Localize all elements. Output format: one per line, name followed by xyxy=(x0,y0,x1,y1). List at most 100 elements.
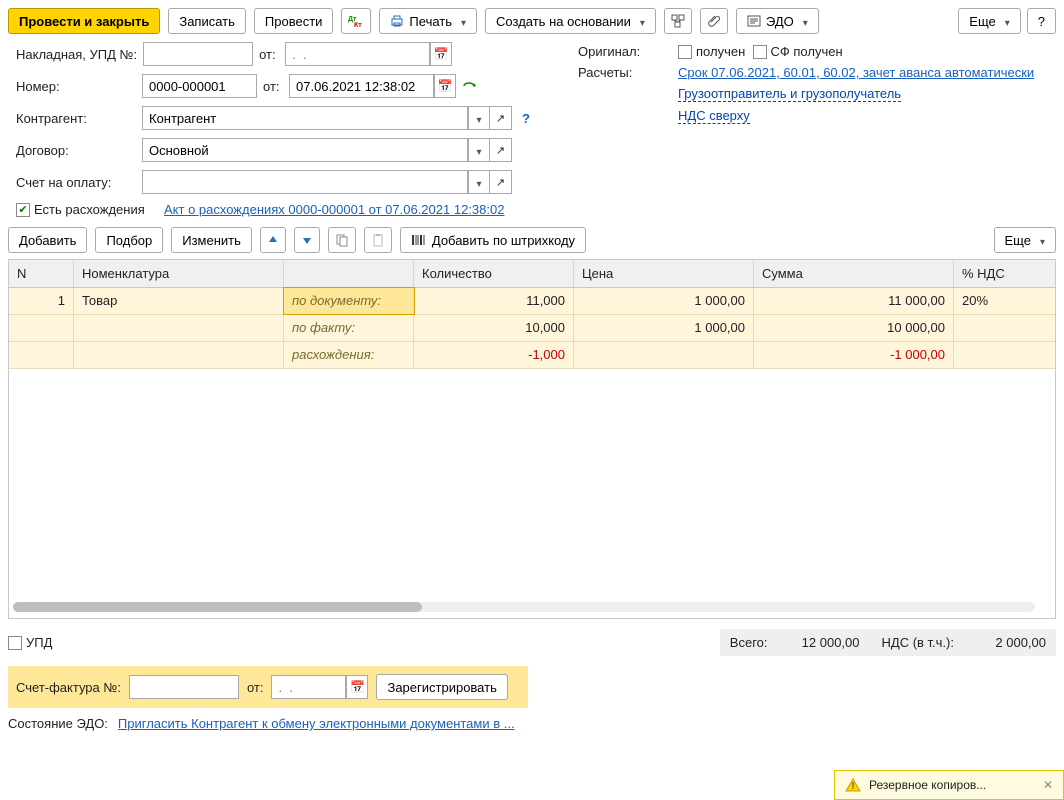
move-up-button[interactable] xyxy=(260,227,286,253)
discrepancies-act-link[interactable]: Акт о расхождениях 0000-000001 от 07.06.… xyxy=(164,202,504,217)
settlements-link[interactable]: Срок 07.06.2021, 60.01, 60.02, зачет ава… xyxy=(678,65,1034,80)
totals-panel: Всего: 12 000,00 НДС (в т.ч.): 2 000,00 xyxy=(720,629,1056,656)
total-value: 12 000,00 xyxy=(790,635,860,650)
cell-sub-by-fact: по факту: xyxy=(284,315,414,341)
calendar-icon: 📅 xyxy=(438,79,453,93)
original-label: Оригинал: xyxy=(578,44,678,59)
col-price[interactable]: Цена xyxy=(574,260,754,287)
col-quantity[interactable]: Количество xyxy=(414,260,574,287)
paste-icon xyxy=(371,233,385,247)
invoice-for-payment-open[interactable]: ↗ xyxy=(490,170,512,194)
invoice-for-payment-input[interactable] xyxy=(142,170,468,194)
copy-icon xyxy=(335,233,349,247)
chevron-down-icon xyxy=(476,143,481,158)
consignor-consignee-link[interactable]: Грузоотправитель и грузополучатель xyxy=(678,86,901,102)
edo-invite-link[interactable]: Пригласить Контрагент к обмену электронн… xyxy=(118,716,515,731)
add-by-barcode-button[interactable]: Добавить по штрихкоду xyxy=(400,227,586,253)
post-button[interactable]: Провести xyxy=(254,8,334,34)
upd-label: УПД xyxy=(26,635,52,650)
table-more-button[interactable]: Еще xyxy=(994,227,1056,253)
col-subtype xyxy=(284,260,414,287)
paste-button[interactable] xyxy=(364,227,392,253)
total-label: Всего: xyxy=(730,635,768,650)
backup-notification[interactable]: ! Резервное копиров... ✕ xyxy=(834,770,1064,800)
calendar-button-2[interactable]: 📅 xyxy=(434,74,456,98)
invoice-for-payment-dropdown[interactable] xyxy=(468,170,490,194)
sf-calendar-button[interactable]: 📅 xyxy=(346,675,368,699)
more-button[interactable]: Еще xyxy=(958,8,1020,34)
post-and-close-button[interactable]: Провести и закрыть xyxy=(8,8,160,34)
open-icon: ↗ xyxy=(496,144,505,157)
chevron-down-icon xyxy=(803,14,808,29)
vat-total-label: НДС (в т.ч.): xyxy=(882,635,955,650)
move-down-button[interactable] xyxy=(294,227,320,253)
calendar-button-1[interactable]: 📅 xyxy=(430,42,452,66)
notification-close[interactable]: ✕ xyxy=(1043,778,1053,792)
items-grid[interactable]: N Номенклатура Количество Цена Сумма % Н… xyxy=(8,259,1056,619)
chevron-down-icon xyxy=(640,14,645,29)
cell-sum-by-doc: 11 000,00 xyxy=(754,288,954,314)
counterparty-input[interactable] xyxy=(142,106,468,130)
dt-kt-icon: ДтКт xyxy=(348,14,364,28)
counterparty-help[interactable]: ? xyxy=(518,111,534,126)
sf-received-checkbox[interactable]: СФ получен xyxy=(753,44,843,59)
edo-state-label: Состояние ЭДО: xyxy=(8,716,108,731)
cell-empty xyxy=(9,315,74,341)
counterparty-dropdown[interactable] xyxy=(468,106,490,130)
edit-row-button[interactable]: Изменить xyxy=(171,227,252,253)
grid-h-scrollbar[interactable] xyxy=(13,602,1035,614)
sf-received-label: СФ получен xyxy=(771,44,843,59)
counterparty-open[interactable]: ↗ xyxy=(490,106,512,130)
contract-dropdown[interactable] xyxy=(468,138,490,162)
from-label-1: от: xyxy=(259,47,279,62)
edo-button[interactable]: ЭДО xyxy=(736,8,819,34)
open-icon: ↗ xyxy=(496,112,505,125)
vat-ontop-link[interactable]: НДС сверху xyxy=(678,108,750,124)
invoice-facture-bar: Счет-фактура №: от: 📅 Зарегистрировать xyxy=(8,666,528,708)
svg-text:!: ! xyxy=(851,781,854,792)
contract-input[interactable] xyxy=(142,138,468,162)
write-button[interactable]: Записать xyxy=(168,8,246,34)
recurrent-icon[interactable] xyxy=(462,79,478,93)
col-vat[interactable]: % НДС xyxy=(954,260,1055,287)
sf-date-input[interactable] xyxy=(271,675,346,699)
sf-register-button[interactable]: Зарегистрировать xyxy=(376,674,507,700)
calendar-icon: 📅 xyxy=(350,680,365,694)
add-row-button[interactable]: Добавить xyxy=(8,227,87,253)
print-button[interactable]: Печать xyxy=(379,8,477,34)
pick-button[interactable]: Подбор xyxy=(95,227,163,253)
contract-open[interactable]: ↗ xyxy=(490,138,512,162)
col-nomenclature[interactable]: Номенклатура xyxy=(74,260,284,287)
structure-button[interactable] xyxy=(664,8,692,34)
cell-price-by-doc: 1 000,00 xyxy=(574,288,754,314)
cell-qty-by-doc: 11,000 xyxy=(414,288,574,314)
col-n[interactable]: N xyxy=(9,260,74,287)
counterparty-label: Контрагент: xyxy=(16,111,136,126)
table-row[interactable]: 1 Товар по документу: 11,000 1 000,00 11… xyxy=(9,288,1055,369)
cell-sum-diff: -1 000,00 xyxy=(754,342,954,368)
col-sum[interactable]: Сумма xyxy=(754,260,954,287)
invoice-date-input[interactable] xyxy=(285,42,430,66)
help-button[interactable]: ? xyxy=(1027,8,1056,34)
copy-button[interactable] xyxy=(328,227,356,253)
sf-number-input[interactable] xyxy=(129,675,239,699)
doc-date-input[interactable] xyxy=(289,74,434,98)
create-based-button[interactable]: Создать на основании xyxy=(485,8,656,34)
dt-kt-button[interactable]: ДтКт xyxy=(341,8,371,34)
attach-button[interactable] xyxy=(700,8,728,34)
cell-sub-diff: расхождения: xyxy=(284,342,414,368)
sf-from-label: от: xyxy=(247,680,264,695)
cell-vat: 20% xyxy=(954,288,1055,314)
invoice-number-input[interactable] xyxy=(143,42,253,66)
checkbox-icon xyxy=(753,45,767,59)
original-received-checkbox[interactable]: получен xyxy=(678,44,745,59)
scrollbar-thumb[interactable] xyxy=(13,602,422,612)
checkbox-checked-icon xyxy=(16,203,30,217)
edo-label: ЭДО xyxy=(766,14,794,29)
cell-sum-by-fact: 10 000,00 xyxy=(754,315,954,341)
upd-checkbox[interactable]: УПД xyxy=(8,635,52,650)
cell-price-by-fact: 1 000,00 xyxy=(574,315,754,341)
has-discrepancies-checkbox[interactable]: Есть расхождения xyxy=(16,202,145,217)
number-input[interactable] xyxy=(142,74,257,98)
print-label: Печать xyxy=(409,14,452,29)
